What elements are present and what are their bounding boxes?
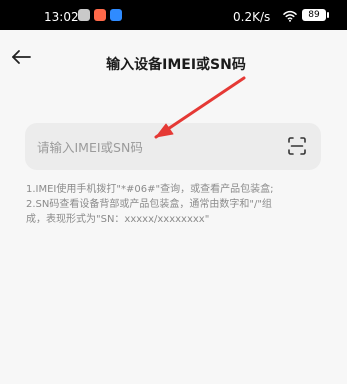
status-app-icons (78, 9, 122, 21)
back-button[interactable] (8, 44, 34, 70)
wifi-icon (283, 10, 297, 22)
network-speed: 0.2K/s (233, 10, 271, 24)
back-arrow-icon (12, 50, 31, 64)
notification-app-icon (110, 9, 122, 21)
notification-app-icon (78, 9, 90, 21)
imei-input-container (25, 123, 321, 170)
help-line-sn-format: 成，表现形式为"SN：xxxxx/xxxxxxxx" (26, 214, 210, 225)
help-line-sn: 2.SN码查看设备背部或产品包装盒，通常由数字和"/"组 (26, 199, 272, 210)
page-title: 输入设备IMEI或SN码 (106, 57, 246, 73)
battery-indicator: 89 (302, 9, 329, 21)
imei-sn-input[interactable] (35, 133, 279, 162)
status-time: 13:02 (44, 10, 79, 24)
help-text: 1.IMEI使用手机拨打"*#06#"查询，或查看产品包装盒; 2.SN码查看设… (26, 182, 326, 227)
status-bar: 13:02 0.2K/s 89 (0, 0, 347, 30)
scan-code-icon[interactable] (287, 136, 307, 156)
notification-app-icon (94, 9, 106, 21)
imei-input-page: 输入设备IMEI或SN码 1.IMEI使用手机拨打"*#06#"查询，或查看产品… (0, 30, 347, 384)
help-line-imei: 1.IMEI使用手机拨打"*#06#"查询，或查看产品包装盒; (26, 184, 274, 195)
